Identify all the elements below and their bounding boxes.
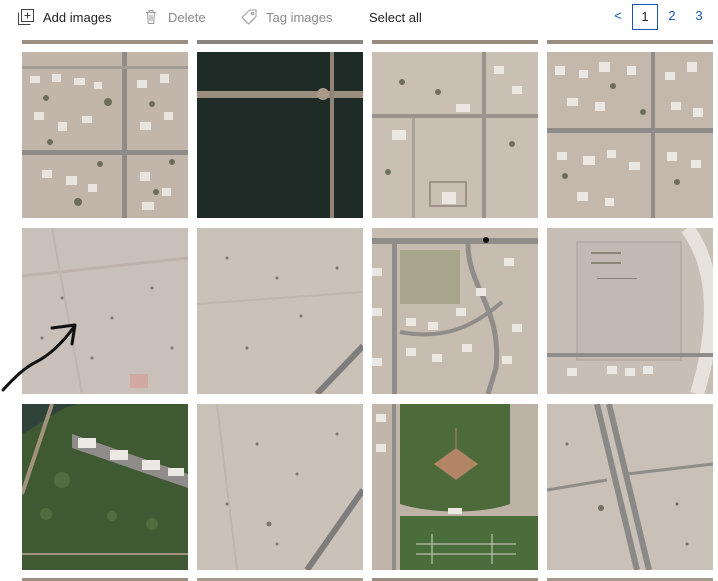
image-tile-r1c1[interactable] <box>22 52 188 218</box>
add-image-icon <box>18 9 34 25</box>
image-tile-partial-top[interactable] <box>22 40 188 44</box>
select-all-label: Select all <box>369 9 422 25</box>
image-tile-r3c4[interactable] <box>547 404 713 570</box>
image-tile-r3c1[interactable] <box>22 404 188 570</box>
delete-label: Delete <box>168 9 206 25</box>
trash-icon <box>143 9 159 25</box>
page-2-button[interactable]: 2 <box>659 4 685 30</box>
select-all-button[interactable]: Select all <box>369 6 422 28</box>
image-tile-r1c3[interactable] <box>372 52 538 218</box>
previous-page-button[interactable]: < <box>611 8 625 26</box>
image-tile-r1c4[interactable] <box>547 52 713 218</box>
toolbar: Add images Delete Tag images Select all … <box>0 0 718 38</box>
add-images-button[interactable]: Add images <box>18 6 112 28</box>
image-tile-r2c4[interactable] <box>547 228 713 394</box>
image-tile-r1c2[interactable] <box>197 52 363 218</box>
tag-images-label: Tag images <box>266 9 333 25</box>
image-tile-r2c3[interactable] <box>372 228 538 394</box>
image-tile-partial-top[interactable] <box>372 40 538 44</box>
image-tile-partial-top[interactable] <box>547 40 713 44</box>
page-1-button[interactable]: 1 <box>632 4 658 30</box>
add-images-label: Add images <box>43 9 112 25</box>
image-tile-r2c2[interactable] <box>197 228 363 394</box>
tag-icon <box>241 9 257 25</box>
image-tile-r3c2[interactable] <box>197 404 363 570</box>
image-tile-r3c3[interactable] <box>372 404 538 570</box>
tag-images-button[interactable]: Tag images <box>241 6 332 28</box>
delete-button[interactable]: Delete <box>143 6 206 28</box>
page-3-button[interactable]: 3 <box>686 4 712 30</box>
image-tile-partial-top[interactable] <box>197 40 363 44</box>
annotation-arrow-icon <box>1 323 77 392</box>
